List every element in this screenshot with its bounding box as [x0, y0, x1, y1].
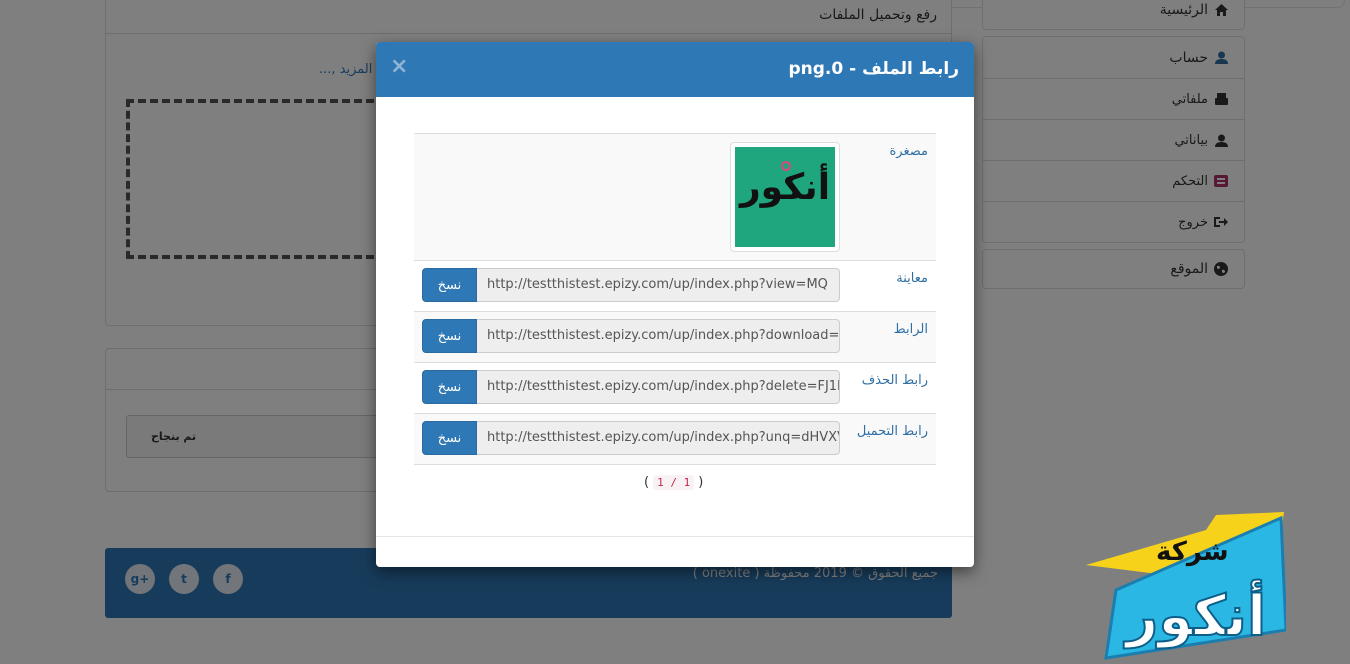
pagination: ( 1 / 1 ): [644, 475, 703, 490]
upload-url-field[interactable]: http://testthistest.epizy.com/up/index.p…: [477, 421, 840, 455]
row-label-preview: معاينة: [896, 271, 928, 286]
copy-preview-button[interactable]: نسخ: [422, 268, 477, 302]
close-icon[interactable]: ×: [390, 54, 408, 79]
delete-url-field[interactable]: http://testthistest.epizy.com/up/index.p…: [477, 370, 840, 404]
preview-url-group: نسخ http://testthistest.epizy.com/up/ind…: [422, 268, 840, 302]
modal-footer: [376, 536, 974, 537]
download-url-field[interactable]: http://testthistest.epizy.com/up/index.p…: [477, 319, 840, 353]
copy-link-button[interactable]: نسخ: [422, 319, 477, 353]
pager-open: (: [644, 475, 650, 490]
pager-close: ): [698, 475, 704, 490]
row-label-link: الرابط: [893, 322, 928, 337]
thumbnail-logo: أنكور: [735, 147, 835, 247]
modal-title: رابط الملف - png.0: [788, 59, 959, 79]
table-row: مصغرة أنكور: [414, 134, 936, 261]
row-label-thumbnail: مصغرة: [889, 144, 929, 159]
table-row: معاينة نسخ http://testthistest.epizy.com…: [414, 261, 936, 312]
delete-url-group: نسخ http://testthistest.epizy.com/up/ind…: [422, 370, 840, 404]
download-url-group: نسخ http://testthistest.epizy.com/up/ind…: [422, 319, 840, 353]
thumbnail-logo-text: أنكور: [739, 167, 831, 208]
brand-logo-graphic: شركة أنكور: [1086, 512, 1288, 660]
upload-url-group: نسخ http://testthistest.epizy.com/up/ind…: [422, 421, 840, 455]
file-link-modal: رابط الملف - png.0 × مصغرة أنكور معاينة …: [376, 42, 974, 567]
row-label-delete: رابط الحذف: [861, 373, 928, 388]
row-label-upload: رابط التحميل: [856, 424, 928, 439]
table-row: الرابط نسخ http://testthistest.epizy.com…: [414, 312, 936, 363]
brand-logo: شركة أنكور: [1086, 510, 1288, 660]
pager-value: 1 / 1: [653, 475, 695, 490]
logo-main-text: أنكور: [1123, 579, 1266, 649]
copy-delete-button[interactable]: نسخ: [422, 370, 477, 404]
table-row: رابط التحميل نسخ http://testthistest.epi…: [414, 414, 936, 465]
thumbnail-image[interactable]: أنكور: [730, 142, 840, 252]
copy-upload-button[interactable]: نسخ: [422, 421, 477, 455]
logo-top-text: شركة: [1156, 537, 1229, 567]
preview-url-field[interactable]: http://testthistest.epizy.com/up/index.p…: [477, 268, 840, 302]
modal-header: رابط الملف - png.0 ×: [376, 42, 974, 97]
file-info-table: مصغرة أنكور معاينة نسخ http://testthiste…: [414, 133, 936, 465]
table-row: رابط الحذف نسخ http://testthistest.epizy…: [414, 363, 936, 414]
